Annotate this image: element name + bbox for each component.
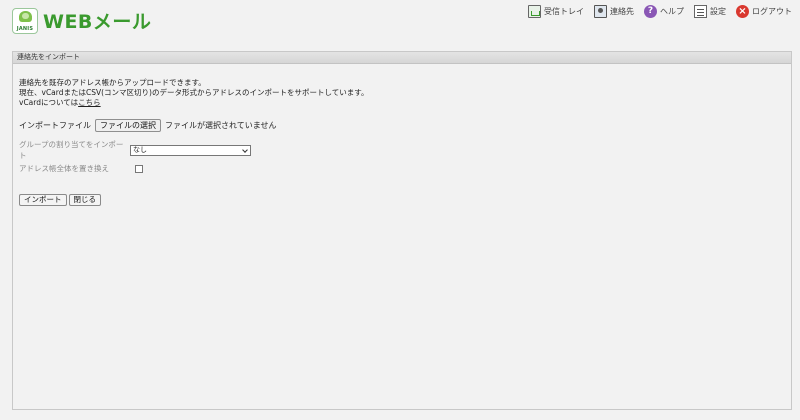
vcard-info-text: vCardについては [19,98,79,107]
replace-addressbook-checkbox[interactable] [135,164,143,173]
nav-help[interactable]: ? ヘルプ [644,5,684,18]
group-assign-select[interactable]: なし [130,144,251,156]
file-status-text: ファイルが選択されていません [165,121,277,130]
nav-inbox[interactable]: 受信トレイ [528,5,584,18]
app-title: WEBメール [43,11,152,33]
group-assign-label: グループの割り当てをインポート [19,140,124,160]
logo-brand-text: JANIS [16,25,34,32]
replace-addressbook-label: アドレス帳全体を置き換え [19,164,109,173]
desc-line-3: vCardについてはこちら [19,98,785,108]
nav-contacts[interactable]: 連絡先 [594,5,634,18]
inbox-icon [528,5,541,18]
nav-logout[interactable]: × ログアウト [736,5,792,18]
contacts-icon [594,5,607,18]
app-logo[interactable]: JANIS WEBメール [12,7,151,34]
chevron-down-icon [242,146,248,153]
choose-file-button[interactable]: ファイルの選択 [95,119,161,132]
nav-inbox-label: 受信トレイ [544,7,584,16]
help-icon: ? [644,5,657,18]
desc-line-1: 連絡先を既存のアドレス帳からアップロードできます。 [19,78,206,87]
vcard-info-link[interactable]: こちら [78,98,101,107]
panel-title: 連絡先をインポート [13,52,791,64]
janis-logo-icon: JANIS [12,7,38,34]
app-header: JANIS WEBメール 受信トレイ 連絡先 ? ヘルプ 設定 × ログアウト [0,0,800,40]
settings-icon [694,5,707,18]
replace-addressbook-row: アドレス帳全体を置き換え [19,163,785,174]
import-button[interactable]: インポート [19,194,67,206]
logout-icon: × [736,5,749,18]
import-file-row: インポートファイル ファイルの選択 ファイルが選択されていません [19,119,785,132]
group-assign-value: なし [133,145,147,154]
desc-line-2: 現在、vCardまたはCSV(コンマ区切り)のデータ形式からアドレスのインポート… [19,88,369,97]
nav-help-label: ヘルプ [660,7,684,16]
import-description: 連絡先を既存のアドレス帳からアップロードできます。 現在、vCardまたはCSV… [19,78,785,108]
import-contacts-panel: 連絡先をインポート 連絡先を既存のアドレス帳からアップロードできます。 現在、v… [12,51,792,410]
nav-contacts-label: 連絡先 [610,7,634,16]
nav-settings[interactable]: 設定 [694,5,726,18]
group-assign-row: グループの割り当てをインポート なし [19,139,785,161]
nav-settings-label: 設定 [710,7,726,16]
form-actions: インポート 閉じる [19,194,785,206]
import-file-label: インポートファイル [19,121,91,130]
close-button[interactable]: 閉じる [68,194,101,206]
panel-body: 連絡先を既存のアドレス帳からアップロードできます。 現在、vCardまたはCSV… [13,64,791,206]
nav-logout-label: ログアウト [752,7,792,16]
top-navigation: 受信トレイ 連絡先 ? ヘルプ 設定 × ログアウト [518,5,792,18]
